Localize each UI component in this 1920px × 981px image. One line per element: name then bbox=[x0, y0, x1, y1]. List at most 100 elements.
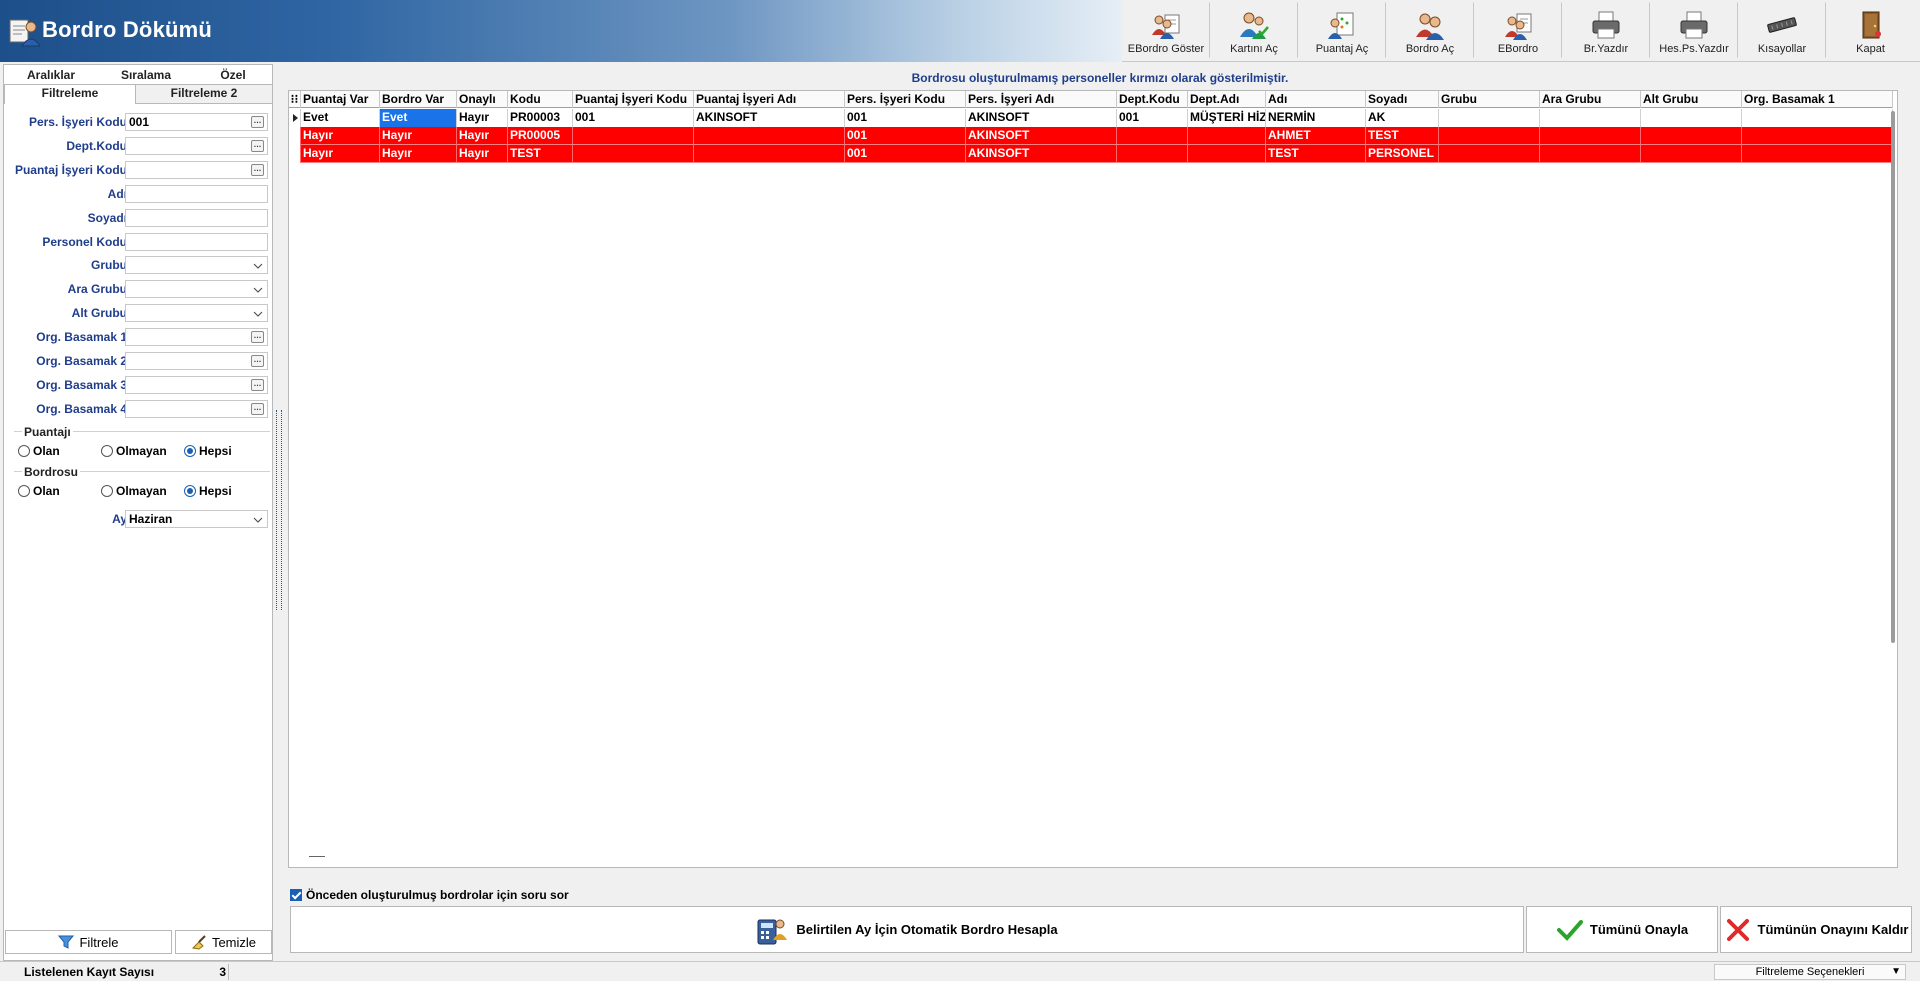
payroll-option-hasnt[interactable]: Olmayan bbox=[101, 484, 167, 498]
table-cell[interactable]: Hayır bbox=[301, 145, 380, 163]
table-cell[interactable]: 001 bbox=[845, 109, 966, 127]
table-row-missing-payroll[interactable]: Hayır Hayır Hayır PR00005 001 AKINSOFT A… bbox=[289, 127, 1893, 145]
table-cell[interactable]: 001 bbox=[845, 145, 966, 163]
table-cell[interactable] bbox=[1188, 127, 1266, 145]
table-cell[interactable] bbox=[573, 145, 694, 163]
horizontal-scrollbar[interactable] bbox=[309, 856, 325, 857]
table-cell[interactable]: 001 bbox=[1117, 109, 1188, 127]
payroll-grid[interactable]: ⁝⁝ Puantaj Var Bordro Var Onaylı Kodu Pu… bbox=[288, 90, 1898, 868]
tab-sorting[interactable]: Sıralama bbox=[98, 67, 194, 84]
table-cell[interactable] bbox=[1439, 145, 1540, 163]
lookup-ellipsis-icon[interactable]: … bbox=[251, 379, 264, 391]
column-header[interactable]: Onaylı bbox=[457, 91, 508, 108]
table-cell[interactable]: AKINSOFT bbox=[966, 127, 1117, 145]
org-level-1-input[interactable]: … bbox=[125, 328, 268, 346]
table-cell[interactable]: PR00005 bbox=[508, 127, 573, 145]
tab-ranges[interactable]: Aralıklar bbox=[4, 67, 98, 84]
lookup-ellipsis-icon[interactable]: … bbox=[251, 116, 264, 128]
table-cell[interactable]: TEST bbox=[508, 145, 573, 163]
table-cell[interactable] bbox=[1540, 109, 1641, 127]
ask-existing-payroll-checkbox[interactable]: Önceden oluşturulmuş bordrolar için soru… bbox=[290, 888, 569, 902]
table-cell-selected[interactable]: Evet bbox=[380, 109, 457, 127]
table-cell[interactable]: AK bbox=[1366, 109, 1439, 127]
table-cell[interactable]: AKINSOFT bbox=[966, 145, 1117, 163]
table-cell[interactable]: Hayır bbox=[301, 127, 380, 145]
table-cell[interactable] bbox=[694, 145, 845, 163]
table-cell[interactable]: Evet bbox=[301, 109, 380, 127]
table-cell[interactable]: TEST bbox=[1266, 145, 1366, 163]
table-cell[interactable]: Hayır bbox=[380, 145, 457, 163]
table-cell[interactable]: 001 bbox=[845, 127, 966, 145]
column-header[interactable]: Kodu bbox=[508, 91, 573, 108]
auto-calculate-payroll-button[interactable]: Belirtilen Ay İçin Otomatik Bordro Hesap… bbox=[290, 906, 1524, 953]
clear-button[interactable]: Temizle bbox=[175, 930, 272, 954]
approve-all-button[interactable]: Tümünü Onayla bbox=[1526, 906, 1718, 953]
table-cell[interactable] bbox=[1540, 145, 1641, 163]
table-cell[interactable]: PERSONEL bbox=[1366, 145, 1439, 163]
payroll-option-all[interactable]: Hepsi bbox=[184, 484, 232, 498]
table-cell[interactable]: NERMİN bbox=[1266, 109, 1366, 127]
timesheet-option-has[interactable]: Olan bbox=[18, 444, 60, 458]
sub-group-select[interactable] bbox=[125, 280, 268, 298]
ebordro-button[interactable]: EBordro bbox=[1474, 2, 1562, 58]
table-row-missing-payroll[interactable]: Hayır Hayır Hayır TEST 001 AKINSOFT TEST… bbox=[289, 145, 1893, 163]
filter-button[interactable]: Filtrele bbox=[5, 930, 172, 954]
column-header[interactable]: Puantaj İşyeri Kodu bbox=[573, 91, 694, 108]
table-cell[interactable]: AKINSOFT bbox=[694, 109, 845, 127]
panel-splitter[interactable] bbox=[276, 410, 282, 610]
table-cell[interactable]: Hayır bbox=[457, 109, 508, 127]
lookup-ellipsis-icon[interactable]: … bbox=[251, 164, 264, 176]
table-cell[interactable]: Hayır bbox=[380, 127, 457, 145]
lookup-ellipsis-icon[interactable]: … bbox=[251, 355, 264, 367]
payroll-option-has[interactable]: Olan bbox=[18, 484, 60, 498]
column-header[interactable]: Adı bbox=[1266, 91, 1366, 108]
shortcuts-button[interactable]: Kısayollar bbox=[1738, 2, 1826, 58]
org-level-2-input[interactable]: … bbox=[125, 352, 268, 370]
first-name-input[interactable] bbox=[125, 185, 268, 203]
table-cell[interactable] bbox=[1540, 127, 1641, 145]
table-cell[interactable] bbox=[1641, 109, 1742, 127]
table-cell[interactable] bbox=[1742, 127, 1893, 145]
dept-code-input[interactable]: … bbox=[125, 137, 268, 155]
column-header[interactable]: Pers. İşyeri Adı bbox=[966, 91, 1117, 108]
column-header[interactable]: Dept.Adı bbox=[1188, 91, 1266, 108]
tab-filtering-2[interactable]: Filtreleme 2 bbox=[136, 84, 272, 103]
vertical-scrollbar[interactable] bbox=[1891, 111, 1895, 643]
month-select[interactable]: Haziran bbox=[125, 510, 268, 528]
print-account-button[interactable]: Hes.Ps.Yazdır bbox=[1650, 2, 1738, 58]
pers-workplace-code-input[interactable]: 001… bbox=[125, 113, 268, 131]
timesheet-workplace-code-input[interactable]: … bbox=[125, 161, 268, 179]
tab-filtering[interactable]: Filtreleme bbox=[4, 84, 136, 104]
open-timesheet-button[interactable]: Puantaj Aç bbox=[1298, 2, 1386, 58]
table-cell[interactable] bbox=[1439, 109, 1540, 127]
table-cell[interactable] bbox=[1117, 127, 1188, 145]
column-header[interactable]: Soyadı bbox=[1366, 91, 1439, 108]
table-cell[interactable] bbox=[1188, 145, 1266, 163]
table-cell[interactable]: Hayır bbox=[457, 127, 508, 145]
table-cell[interactable] bbox=[1117, 145, 1188, 163]
tab-custom[interactable]: Özel bbox=[194, 67, 272, 84]
open-card-button[interactable]: Kartını Aç bbox=[1210, 2, 1298, 58]
personnel-code-input[interactable] bbox=[125, 233, 268, 251]
table-row[interactable]: Evet Evet Hayır PR00003 001 AKINSOFT 001… bbox=[289, 109, 1893, 127]
lookup-ellipsis-icon[interactable]: … bbox=[251, 331, 264, 343]
table-cell[interactable] bbox=[1742, 109, 1893, 127]
table-cell[interactable] bbox=[1641, 127, 1742, 145]
column-header[interactable]: Alt Grubu bbox=[1641, 91, 1742, 108]
org-level-4-input[interactable]: … bbox=[125, 400, 268, 418]
table-cell[interactable] bbox=[694, 127, 845, 145]
lookup-ellipsis-icon[interactable]: … bbox=[251, 403, 264, 415]
column-header[interactable]: Bordro Var bbox=[380, 91, 457, 108]
lower-group-select[interactable] bbox=[125, 304, 268, 322]
column-header[interactable]: Puantaj İşyeri Adı bbox=[694, 91, 845, 108]
table-cell[interactable] bbox=[1439, 127, 1540, 145]
column-header[interactable]: Dept.Kodu bbox=[1117, 91, 1188, 108]
table-cell[interactable]: Hayır bbox=[457, 145, 508, 163]
open-payroll-button[interactable]: Bordro Aç bbox=[1386, 2, 1474, 58]
timesheet-option-all[interactable]: Hepsi bbox=[184, 444, 232, 458]
last-name-input[interactable] bbox=[125, 209, 268, 227]
filter-options-dropdown[interactable]: Filtreleme Seçenekleri ▼ bbox=[1714, 964, 1906, 980]
table-cell[interactable]: TEST bbox=[1366, 127, 1439, 145]
column-header[interactable]: Puantaj Var bbox=[301, 91, 380, 108]
column-header[interactable]: Ara Grubu bbox=[1540, 91, 1641, 108]
